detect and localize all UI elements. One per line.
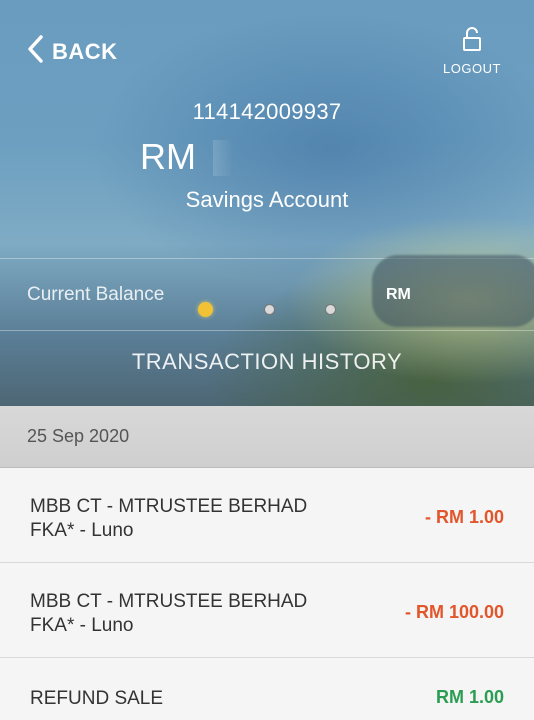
transaction-amount: - RM 100.00 (404, 602, 504, 622)
transaction-row[interactable]: REFUND SALE RM 1.00 (0, 658, 534, 720)
transaction-amount: RM 1.00 (435, 687, 504, 707)
logout-button[interactable]: LOGOUT (440, 26, 504, 76)
transaction-line2: FKA* - Luno (30, 520, 134, 541)
current-balance-label: Current Balance (27, 284, 165, 305)
carousel-dot[interactable] (264, 304, 275, 315)
transaction-line1: MBB CT - MTRUSTEE BERHAD (30, 496, 308, 517)
account-type: Savings Account (185, 187, 349, 212)
account-header: BACK LOGOUT 114142009937 RM Savings Acco… (0, 0, 534, 406)
transaction-history-title: TRANSACTION HISTORY (131, 349, 403, 374)
current-balance-value: RM (386, 286, 411, 303)
date-group-header: 25 Sep 2020 (0, 406, 534, 468)
divider (0, 330, 534, 331)
transaction-amount: - RM 1.00 (424, 507, 504, 527)
back-button[interactable]: BACK (26, 34, 118, 69)
transaction-description: MBB CT - MTRUSTEE BERHAD FKA* - Luno (30, 590, 307, 638)
logout-label: LOGOUT (443, 61, 501, 76)
back-label: BACK (52, 38, 118, 64)
transaction-row[interactable]: MBB CT - MTRUSTEE BERHAD FKA* - Luno - R… (0, 468, 534, 563)
transaction-line2: FKA* - Luno (30, 615, 134, 636)
chevron-left-icon (26, 34, 44, 69)
date-group-label: 25 Sep 2020 (27, 426, 130, 446)
account-number: 114142009937 (192, 99, 342, 124)
transaction-line1: MBB CT - MTRUSTEE BERHAD (30, 591, 308, 612)
balance-amount: RM (140, 136, 196, 177)
carousel-dot-active[interactable] (198, 302, 213, 317)
carousel-dot[interactable] (325, 304, 336, 315)
unlock-icon (461, 26, 483, 57)
transaction-line1: REFUND SALE (30, 688, 164, 709)
transaction-row[interactable]: MBB CT - MTRUSTEE BERHAD FKA* - Luno - R… (0, 563, 534, 658)
transaction-description: REFUND SALE (30, 687, 163, 711)
balance-mask (213, 140, 233, 176)
transaction-description: MBB CT - MTRUSTEE BERHAD FKA* - Luno (30, 495, 307, 543)
